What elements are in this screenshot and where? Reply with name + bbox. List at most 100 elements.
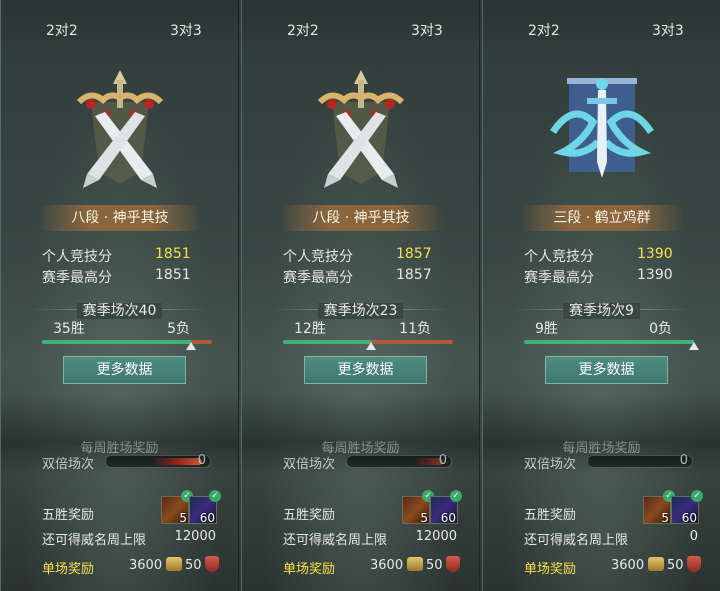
weekly-limit-label: 还可得威名周上限 (283, 533, 388, 548)
season-matches: 赛季场次40 (1, 300, 238, 320)
arena-panel-3: 2对2 3对3 三段 · 鹤立鸡群 个人竞技分 1390 赛季最高分 1390 … (482, 0, 720, 591)
item-count: 5 (661, 511, 669, 525)
single-match-reward-label: 单场奖励 (283, 562, 336, 577)
reward-item-scroll-icon[interactable]: ✓ 60 (430, 490, 462, 525)
double-matches-bar: 0 (587, 453, 693, 468)
item-count: 5 (179, 511, 187, 525)
reward-item-chest-icon[interactable]: ✓ 5 (643, 490, 675, 525)
weekly-limit-label: 还可得威名周上限 (42, 533, 147, 548)
coin-icon (648, 557, 664, 571)
season-high-label: 赛季最高分 (42, 270, 112, 286)
double-fill (152, 458, 202, 465)
season-matches: 赛季场次23 (242, 300, 479, 320)
personal-score-value: 1851 (155, 246, 191, 262)
season-high-row: 赛季最高分 1851 (42, 267, 191, 287)
coin-icon (166, 557, 182, 571)
losses-count: 5负 (167, 321, 190, 337)
personal-score-label: 个人竞技分 (42, 249, 112, 265)
arena-panel-1: 2对2 3对3 八段 · 神乎其技 个人竞技分 1851 赛季最高分 1851 … (0, 0, 239, 591)
season-high-value: 1851 (155, 267, 191, 283)
tab-3v3[interactable]: 3对3 (411, 20, 443, 40)
double-matches-value: 0 (197, 453, 206, 468)
reward-coins-value: 3600 (129, 558, 163, 573)
reward-points-value: 50 (667, 558, 684, 573)
single-match-reward-label: 单场奖励 (42, 562, 95, 577)
wins-count: 12胜 (294, 321, 326, 337)
tab-2v2[interactable]: 2对2 (46, 20, 78, 40)
personal-score-row: 个人竞技分 1851 (42, 246, 191, 266)
shield-icon (205, 556, 219, 572)
season-matches: 赛季场次9 (483, 300, 720, 320)
win-loss-marker-icon (366, 342, 376, 350)
double-matches-label: 双倍场次 (524, 457, 577, 472)
reward-item-chest-icon[interactable]: ✓ 5 (161, 490, 193, 525)
season-high-row: 赛季最高分 1390 (524, 267, 673, 287)
season-high-label: 赛季最高分 (524, 270, 594, 286)
season-matches-text: 赛季场次40 (76, 303, 163, 319)
more-data-button[interactable]: 更多数据 (63, 356, 186, 384)
season-high-row: 赛季最高分 1857 (283, 267, 432, 287)
wins-count: 35胜 (53, 321, 85, 337)
double-matches-label: 双倍场次 (283, 457, 336, 472)
weekly-limit-value: 12000 (174, 529, 216, 544)
reward-item-scroll-icon[interactable]: ✓ 60 (671, 490, 703, 525)
item-count: 60 (440, 511, 456, 525)
personal-score-row: 个人竞技分 1857 (283, 246, 432, 266)
reward-item-scroll-icon[interactable]: ✓ 60 (189, 490, 221, 525)
dragon-sword-icon (543, 62, 661, 194)
shield-icon (446, 556, 460, 572)
crossed-swords-icon (302, 62, 420, 194)
losses-count: 11负 (399, 321, 431, 337)
single-match-reward-label: 单场奖励 (524, 562, 577, 577)
five-win-reward-label: 五胜奖励 (524, 508, 577, 523)
check-icon: ✓ (209, 490, 221, 502)
rank-title: 八段 · 神乎其技 (38, 205, 202, 231)
more-data-button[interactable]: 更多数据 (304, 356, 427, 384)
arena-panel-2: 2对2 3对3 八段 · 神乎其技 个人竞技分 1857 赛季最高分 1857 … (241, 0, 480, 591)
win-fill (42, 340, 191, 344)
reward-coins-value: 3600 (611, 558, 645, 573)
tab-3v3[interactable]: 3对3 (652, 20, 684, 40)
personal-score-value: 1857 (396, 246, 432, 262)
mode-tabs: 2对2 3对3 (1, 0, 238, 56)
item-count: 60 (681, 511, 697, 525)
five-win-reward-label: 五胜奖励 (283, 508, 336, 523)
weekly-limit-value: 12000 (415, 529, 457, 544)
wins-count: 9胜 (535, 321, 558, 337)
shield-icon (687, 556, 701, 572)
double-matches-value: 0 (679, 453, 688, 468)
tab-2v2[interactable]: 2对2 (528, 20, 560, 40)
weekly-limit-label: 还可得威名周上限 (524, 533, 629, 548)
tab-3v3[interactable]: 3对3 (170, 20, 202, 40)
win-fill (283, 340, 371, 344)
season-high-label: 赛季最高分 (283, 270, 353, 286)
reward-points-value: 50 (426, 558, 443, 573)
crossed-swords-icon (61, 62, 179, 194)
rank-title: 三段 · 鹤立鸡群 (520, 205, 684, 231)
item-count: 5 (420, 511, 428, 525)
loss-fill (371, 340, 453, 344)
reward-coins-value: 3600 (370, 558, 404, 573)
rank-title: 八段 · 神乎其技 (279, 205, 443, 231)
personal-score-label: 个人竞技分 (283, 249, 353, 265)
win-loss-bar (42, 340, 212, 350)
double-matches-value: 0 (438, 453, 447, 468)
win-loss-bar (283, 340, 453, 350)
check-icon: ✓ (450, 490, 462, 502)
more-data-button[interactable]: 更多数据 (545, 356, 668, 384)
weekly-limit-value: 0 (689, 529, 698, 544)
item-count: 60 (199, 511, 215, 525)
win-fill (524, 340, 694, 344)
reward-item-chest-icon[interactable]: ✓ 5 (402, 490, 434, 525)
coin-icon (407, 557, 423, 571)
personal-score-value: 1390 (637, 246, 673, 262)
personal-score-row: 个人竞技分 1390 (524, 246, 673, 266)
win-loss-bar (524, 340, 699, 350)
check-icon: ✓ (691, 490, 703, 502)
personal-score-label: 个人竞技分 (524, 249, 594, 265)
tab-2v2[interactable]: 2对2 (287, 20, 319, 40)
double-matches-bar: 0 (346, 453, 452, 468)
season-matches-text: 赛季场次9 (563, 303, 640, 319)
double-matches-label: 双倍场次 (42, 457, 95, 472)
win-loss-marker-icon (186, 342, 196, 350)
